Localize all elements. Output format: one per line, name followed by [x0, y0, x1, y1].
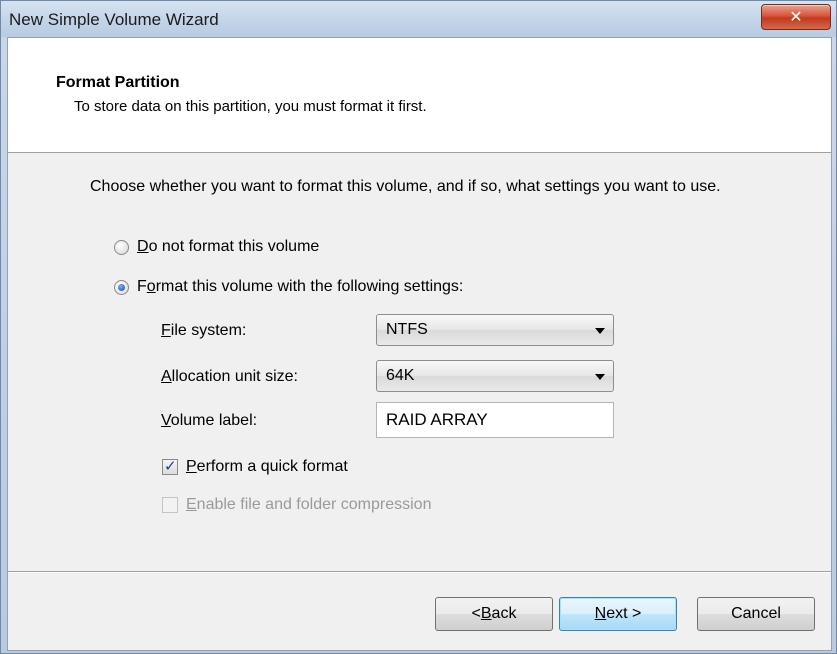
quick-format-checkbox[interactable]	[162, 457, 178, 475]
quick-format-label: Perform a quick format	[186, 458, 348, 475]
close-button[interactable]: ✕	[761, 4, 831, 30]
radio-do-not-format[interactable]: Do not format this volume	[114, 238, 319, 256]
allocation-unit-value: 64K	[386, 367, 415, 384]
file-system-dropdown[interactable]: NTFS	[376, 314, 614, 346]
radio-button-unchecked[interactable]	[114, 239, 129, 255]
quick-format-checkbox-row[interactable]: Perform a quick format	[162, 457, 348, 476]
file-system-value: NTFS	[386, 321, 428, 338]
next-button[interactable]: Next >	[559, 597, 677, 631]
radio-button-checked[interactable]	[114, 279, 129, 295]
allocation-unit-label: Allocation unit size:	[161, 368, 298, 385]
allocation-unit-dropdown[interactable]: 64K	[376, 360, 614, 392]
compression-label: Enable file and folder compression	[186, 496, 432, 513]
wizard-window: New Simple Volume Wizard ✕ Format Partit…	[0, 0, 837, 654]
back-button[interactable]: < Back	[435, 597, 553, 631]
file-system-label: File system:	[161, 322, 247, 339]
footer-divider	[8, 571, 831, 573]
title-bar[interactable]: New Simple Volume Wizard ✕	[1, 1, 836, 37]
dropdown-arrow-icon	[595, 374, 605, 380]
volume-label-input[interactable]	[376, 402, 614, 438]
compression-checkbox[interactable]	[162, 497, 178, 513]
cancel-button[interactable]: Cancel	[697, 597, 815, 631]
wizard-body: Format Partition To store data on this p…	[7, 37, 832, 651]
radio-label-do-not-format: Do not format this volume	[137, 238, 320, 255]
page-subtitle: To store data on this partition, you mus…	[74, 98, 427, 115]
window-title: New Simple Volume Wizard	[9, 10, 219, 29]
header-band: Format Partition To store data on this p…	[8, 38, 831, 153]
volume-label-label: Volume label:	[161, 412, 258, 429]
page-title: Format Partition	[56, 74, 180, 91]
dropdown-arrow-icon	[595, 328, 605, 334]
radio-label-format-volume: Format this volume with the following se…	[137, 278, 464, 295]
close-icon: ✕	[789, 9, 803, 26]
compression-checkbox-row[interactable]: Enable file and folder compression	[162, 496, 431, 514]
instruction-text: Choose whether you want to format this v…	[90, 178, 721, 195]
radio-format-volume[interactable]: Format this volume with the following se…	[114, 278, 463, 296]
